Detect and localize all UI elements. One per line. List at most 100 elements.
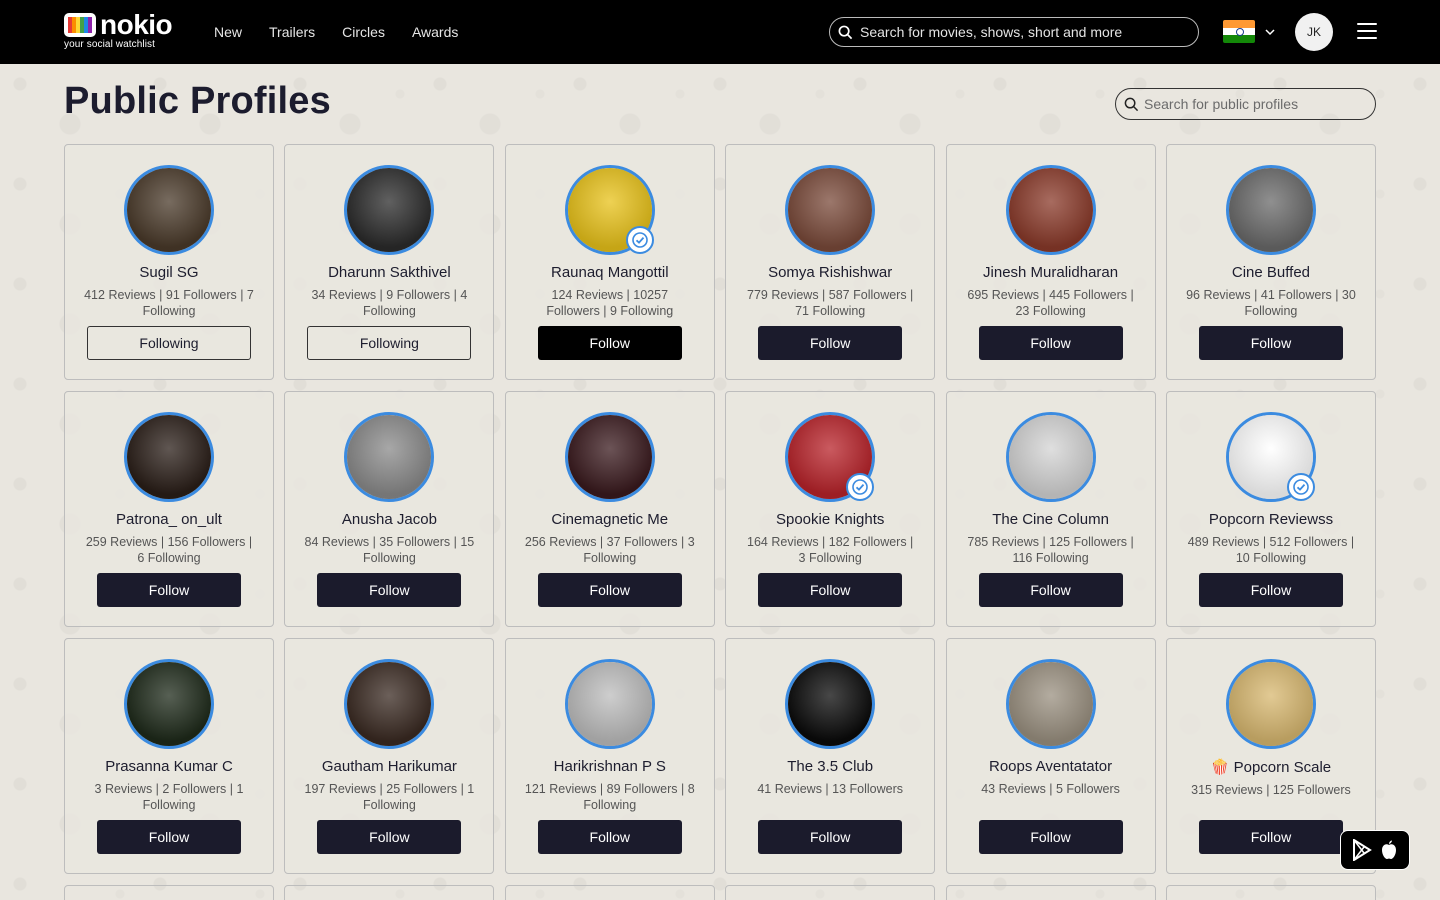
profile-avatar[interactable] — [124, 165, 214, 255]
profile-name[interactable]: Sugil SG — [139, 264, 198, 281]
follow-button[interactable]: Follow — [1198, 326, 1343, 360]
profile-card[interactable]: Prasanna Kumar C 3 Reviews | 2 Followers … — [64, 638, 274, 874]
profile-avatar[interactable] — [1005, 412, 1096, 502]
profile-stats: 43 Reviews | 5 Followers — [981, 782, 1120, 796]
profile-card-partial[interactable] — [945, 885, 1156, 900]
profile-name[interactable]: Cinemagnetic Me — [551, 511, 668, 528]
profile-card[interactable]: Somya Rishishwar 779 Reviews | 587 Follow… — [725, 144, 936, 380]
profile-avatar[interactable] — [785, 165, 876, 255]
profile-name[interactable]: The 3.5 Club — [787, 758, 873, 775]
profile-name[interactable]: Somya Rishishwar — [768, 264, 892, 281]
profile-name[interactable]: 🍿 Popcorn Scale — [1211, 758, 1331, 776]
profile-card[interactable]: Cine Buffed 96 Reviews | 41 Followers | 3… — [1165, 144, 1376, 380]
profile-avatar[interactable] — [1225, 659, 1316, 749]
follow-button[interactable]: Follow — [317, 573, 462, 607]
profile-avatar[interactable] — [344, 165, 435, 255]
profile-card[interactable]: Cinemagnetic Me 256 Reviews | 37 Follower… — [504, 391, 715, 627]
profile-avatar[interactable] — [1225, 165, 1316, 255]
profile-name[interactable]: Anusha Jacob — [342, 511, 437, 528]
profile-avatar[interactable] — [344, 412, 435, 502]
nav-trailers[interactable]: Trailers — [269, 24, 315, 40]
profile-card[interactable]: The 3.5 Club 41 Reviews | 13 Followers Fol… — [725, 638, 936, 874]
profile-avatar[interactable] — [564, 412, 655, 502]
follow-button[interactable]: Follow — [1198, 820, 1343, 854]
follow-button[interactable]: Follow — [317, 820, 462, 854]
profile-card[interactable]: Harikrishnan P S 121 Reviews | 89 Followe… — [504, 638, 715, 874]
avatar-image — [127, 168, 211, 252]
search-icon — [1124, 97, 1139, 112]
profile-name[interactable]: Spookie Knights — [776, 511, 884, 528]
profile-avatar[interactable] — [564, 165, 655, 255]
profiles-grid: Sugil SG 412 Reviews | 91 Followers | 7 F… — [64, 144, 1376, 874]
profile-name[interactable]: Gautham Harikumar — [322, 758, 457, 775]
profile-name[interactable]: Popcorn Reviewss — [1209, 511, 1333, 528]
nav-circles[interactable]: Circles — [342, 24, 385, 40]
follow-button[interactable]: Follow — [978, 820, 1123, 854]
profile-stats: 315 Reviews | 125 Followers — [1191, 783, 1351, 797]
profile-card[interactable]: Patrona_ on_ult 259 Reviews | 156 Followe… — [64, 391, 274, 627]
follow-button[interactable]: Follow — [978, 573, 1123, 607]
profile-card[interactable]: The Cine Column 785 Reviews | 125 Followe… — [945, 391, 1156, 627]
profile-search-input[interactable] — [1144, 96, 1364, 112]
follow-button[interactable]: Follow — [97, 820, 241, 854]
profile-name[interactable]: Patrona_ on_ult — [116, 511, 222, 528]
profile-card[interactable]: Sugil SG 412 Reviews | 91 Followers | 7 F… — [64, 144, 274, 380]
global-search-input[interactable] — [860, 24, 1180, 40]
follow-button[interactable]: Follow — [758, 573, 903, 607]
hamburger-menu-icon[interactable] — [1357, 23, 1377, 41]
follow-button[interactable]: Follow — [758, 326, 903, 360]
profile-avatar[interactable] — [785, 659, 876, 749]
profile-name[interactable]: Cine Buffed — [1232, 264, 1310, 281]
avatar-image — [347, 415, 432, 499]
profile-stats: 259 Reviews | 156 Followers | 6 Followin… — [85, 535, 253, 565]
profile-avatar[interactable] — [785, 412, 876, 502]
logo-tagline: your social watchlist — [64, 39, 156, 50]
following-button[interactable]: Following — [87, 326, 251, 360]
profile-card[interactable]: Gautham Harikumar 197 Reviews | 25 Follow… — [284, 638, 495, 874]
profile-avatar[interactable] — [344, 659, 435, 749]
india-flag-icon[interactable] — [1223, 20, 1255, 43]
profile-name[interactable]: Prasanna Kumar C — [105, 758, 233, 775]
follow-button[interactable]: Follow — [758, 820, 903, 854]
nokio-logo[interactable]: nokio your social watchlist — [64, 11, 176, 52]
profile-card[interactable]: Spookie Knights 164 Reviews | 182 Followe… — [725, 391, 936, 627]
chevron-down-icon[interactable] — [1264, 26, 1276, 38]
profile-card[interactable]: Raunaq Mangottil 124 Reviews | 10257 Foll… — [504, 144, 715, 380]
profile-name[interactable]: Roops Aventatator — [989, 758, 1112, 775]
profile-avatar[interactable] — [124, 412, 214, 502]
follow-button[interactable]: Follow — [978, 326, 1123, 360]
profile-name[interactable]: Jinesh Muralidharan — [983, 264, 1118, 281]
profile-avatar[interactable] — [564, 659, 655, 749]
profile-avatar[interactable] — [1005, 659, 1096, 749]
follow-button[interactable]: Follow — [1198, 573, 1343, 607]
follow-button[interactable]: Follow — [97, 573, 241, 607]
follow-button[interactable]: Follow — [537, 573, 682, 607]
profile-card[interactable]: Anusha Jacob 84 Reviews | 35 Followers | … — [284, 391, 495, 627]
profile-card-partial[interactable] — [284, 885, 495, 900]
profile-card[interactable]: Dharunn Sakthivel 34 Reviews | 9 Follower… — [284, 144, 495, 380]
profile-avatar[interactable] — [1225, 412, 1316, 502]
profile-card-partial[interactable] — [64, 885, 274, 900]
profile-avatar[interactable] — [124, 659, 214, 749]
profile-name[interactable]: Dharunn Sakthivel — [328, 264, 451, 281]
profile-avatar[interactable] — [1005, 165, 1096, 255]
avatar-image — [347, 168, 432, 252]
follow-button[interactable]: Follow — [537, 326, 682, 360]
nav-new[interactable]: New — [214, 24, 242, 40]
nav-awards[interactable]: Awards — [412, 24, 458, 40]
verified-badge-icon — [846, 473, 875, 501]
profile-stats: 164 Reviews | 182 Followers | 3 Followin… — [747, 535, 914, 565]
user-avatar[interactable]: JK — [1295, 13, 1333, 51]
follow-button[interactable]: Follow — [537, 820, 682, 854]
app-store-badge[interactable] — [1340, 830, 1410, 870]
profile-name[interactable]: The Cine Column — [992, 511, 1109, 528]
profile-card[interactable]: Popcorn Reviewss 489 Reviews | 512 Follow… — [1165, 391, 1376, 627]
profile-card[interactable]: Jinesh Muralidharan 695 Reviews | 445 Fol… — [945, 144, 1156, 380]
profile-card-partial[interactable] — [725, 885, 936, 900]
profile-name[interactable]: Harikrishnan P S — [554, 758, 666, 775]
profile-card-partial[interactable] — [1165, 885, 1376, 900]
profile-name[interactable]: Raunaq Mangottil — [551, 264, 669, 281]
profile-card[interactable]: Roops Aventatator 43 Reviews | 5 Follower… — [945, 638, 1156, 874]
following-button[interactable]: Following — [307, 326, 472, 360]
profile-card-partial[interactable] — [504, 885, 715, 900]
